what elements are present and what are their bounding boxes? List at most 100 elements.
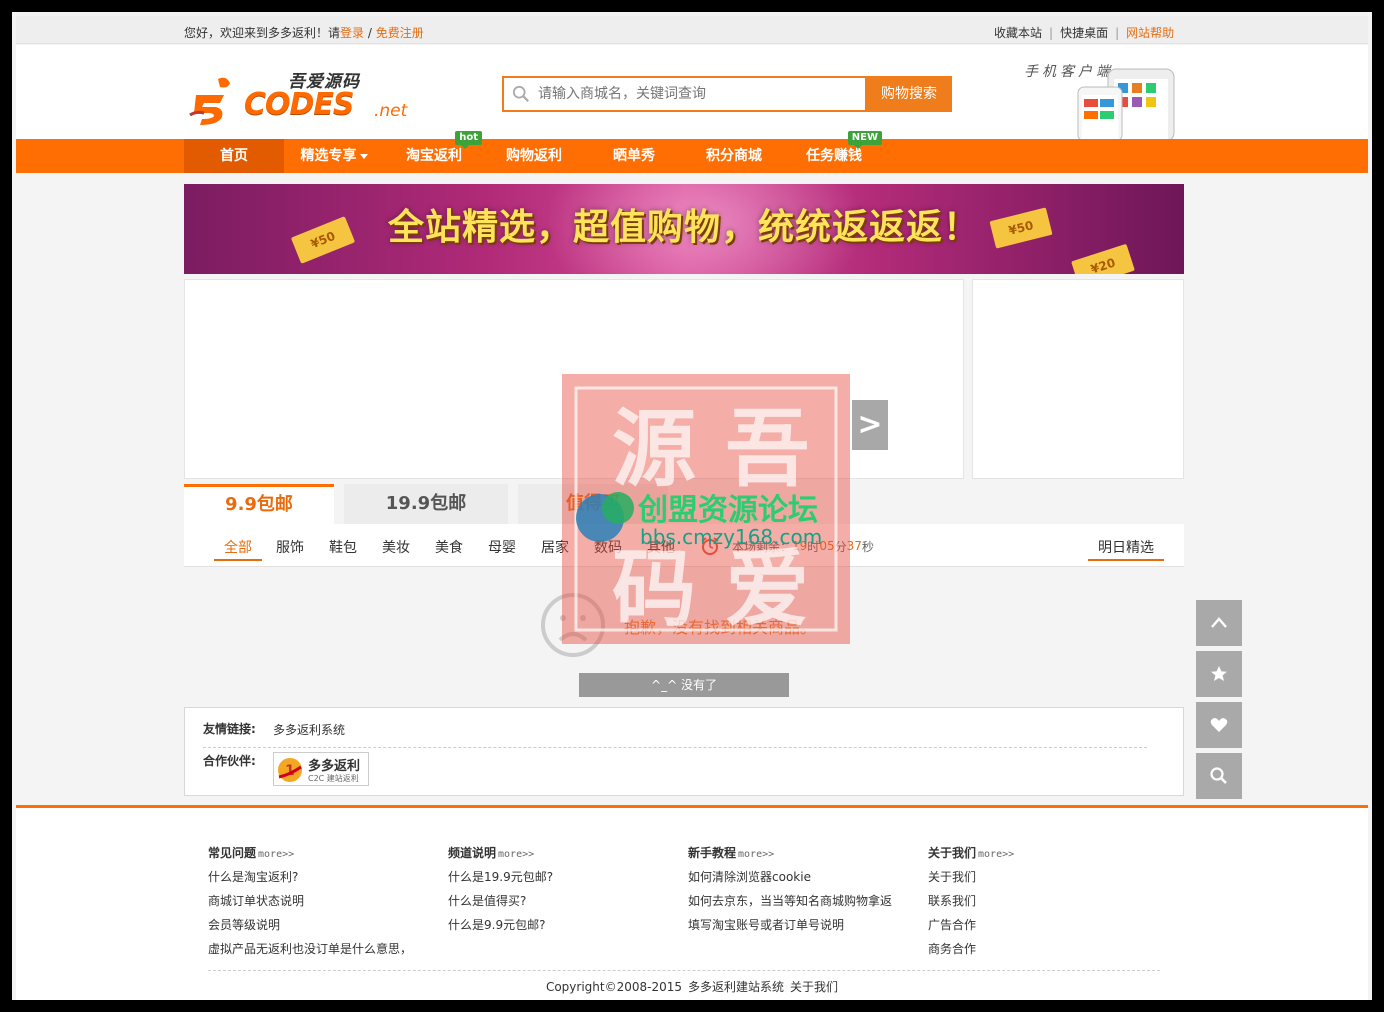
footer-link[interactable]: 商务合作	[928, 941, 1158, 965]
footer-link[interactable]: 联系我们	[928, 893, 1158, 917]
logo-net: .net	[374, 101, 408, 121]
nav-label: 晒单秀	[613, 148, 655, 164]
partners-row: 合作伙伴: 1 多多返利 C2C 建站返利	[203, 752, 1147, 792]
partner-logo[interactable]: 1 多多返利 C2C 建站返利	[273, 752, 369, 786]
footer-link[interactable]: 会员等级说明	[208, 917, 438, 941]
welcome-message: 您好，欢迎来到多多返利！请	[184, 26, 341, 40]
tomorrow-picks-link[interactable]: 明日精选	[1088, 537, 1164, 561]
runner-logo-icon	[189, 77, 230, 125]
footer-link[interactable]: 广告合作	[928, 917, 1158, 941]
category-bags[interactable]: 鞋包	[329, 537, 357, 557]
footer-separator	[208, 970, 1160, 971]
logo-main: CODES	[244, 87, 355, 122]
category-other[interactable]: 其他	[647, 537, 675, 557]
category-apparel[interactable]: 服饰	[276, 537, 304, 557]
slider-side[interactable]	[972, 279, 1184, 479]
chevron-down-icon	[359, 153, 368, 159]
friend-link[interactable]: 多多返利系统	[273, 721, 345, 738]
countdown-seconds-unit: 秒	[861, 539, 874, 554]
category-baby[interactable]: 母婴	[488, 537, 516, 557]
favorite-link[interactable]: 收藏本站	[994, 26, 1042, 40]
register-link[interactable]: 免费注册	[376, 26, 424, 40]
footer-link[interactable]: 什么是淘宝返利?	[208, 869, 438, 893]
more-link[interactable]: more>>	[738, 849, 774, 860]
mobile-client[interactable]: 手机客户端	[1022, 57, 1182, 141]
help-link[interactable]: 网站帮助	[1126, 26, 1174, 40]
more-link[interactable]: more>>	[498, 849, 534, 860]
coupon-badge: ¥50	[290, 216, 356, 264]
site-logo[interactable]: 吾爱源码 CODES .net	[188, 67, 412, 127]
deal-tabs: 9.9包邮 19.9包邮 值得买	[184, 484, 1184, 524]
partner-subtitle: C2C 建站返利	[308, 774, 359, 783]
more-link[interactable]: more>>	[258, 849, 294, 860]
back-to-top-button[interactable]	[1196, 600, 1242, 646]
search-icon	[1210, 767, 1227, 784]
promo-banner[interactable]: ¥50 ¥50 ¥20 全站精选，超值购物，统统返返返！	[184, 184, 1184, 274]
footer-link[interactable]: 填写淘宝账号或者订单号说明	[688, 917, 918, 941]
category-food[interactable]: 美食	[435, 537, 463, 557]
footer-col-title: 频道说明 more>>	[448, 844, 678, 861]
category-beauty[interactable]: 美妆	[382, 537, 410, 557]
footer-col-title: 新手教程 more>>	[688, 844, 918, 861]
category-home[interactable]: 居家	[541, 537, 569, 557]
favorite-button[interactable]	[1196, 651, 1242, 697]
nav-item-shopping[interactable]: 购物返利	[484, 139, 584, 173]
nav-item-points[interactable]: 积分商城	[684, 139, 784, 173]
friend-links-row: 友情链接: 多多返利系统	[203, 720, 1147, 748]
footer-link[interactable]: 什么是值得买?	[448, 893, 678, 917]
footer-link[interactable]: 如何清除浏览器cookie	[688, 869, 918, 893]
new-badge: NEW	[847, 131, 882, 149]
coupon-badge: ¥20	[1071, 243, 1135, 274]
nav-label: 积分商城	[706, 148, 762, 164]
search-button[interactable]: 购物搜索	[866, 76, 952, 112]
page-frame: 您好，欢迎来到多多返利！请登录 / 免费注册 收藏本站 | 快捷桌面 | 网站帮助 吾爱…	[12, 12, 1372, 1000]
countdown-prefix: 本场剩余：	[732, 539, 793, 554]
float-search-button[interactable]	[1196, 753, 1242, 799]
tab-19-9[interactable]: 19.9包邮	[344, 484, 508, 524]
nav-label: 精选专享	[300, 148, 357, 164]
nav-item-featured[interactable]: 精选专享	[284, 139, 384, 173]
footer-link[interactable]: 关于我们	[928, 869, 1158, 893]
heart-icon	[1210, 718, 1228, 732]
slider-next-button[interactable]: >	[852, 400, 888, 450]
footer-link[interactable]: 商城订单状态说明	[208, 893, 438, 917]
copyright-text: Copyright©2008-2015	[545, 980, 682, 994]
category-digital[interactable]: 数码	[594, 537, 622, 557]
header: 吾爱源码 CODES .net 购物搜索 手机客户端	[16, 45, 1368, 141]
footer-link[interactable]: 什么是19.9元包邮?	[448, 869, 678, 893]
footer-link[interactable]: 虚拟产品无返利也没订单是什么意思，	[208, 941, 438, 965]
desktop-link[interactable]: 快捷桌面	[1060, 26, 1108, 40]
search-bar: 购物搜索	[502, 76, 952, 112]
search-input[interactable]	[538, 78, 858, 110]
tab-worth-buying[interactable]: 值得买	[518, 484, 668, 524]
friend-links-label: 友情链接:	[203, 722, 256, 736]
nav-item-home[interactable]: 首页	[184, 139, 284, 173]
more-link[interactable]: more>>	[978, 849, 1014, 860]
footer-title: 常见问题	[208, 846, 257, 860]
countdown-minutes: 05	[819, 539, 835, 553]
system-link[interactable]: 多多返利建站系统	[688, 980, 784, 994]
partner-name: 多多返利	[308, 759, 361, 774]
login-link[interactable]: 登录	[340, 26, 364, 40]
countdown-minutes-unit: 分	[834, 539, 847, 554]
nav-item-taobao[interactable]: 淘宝返利 hot	[384, 131, 484, 173]
footer-col-faq: 常见问题 more>> 什么是淘宝返利? 商城订单状态说明 会员等级说明 虚拟产品…	[208, 844, 438, 965]
footer-title: 关于我们	[928, 846, 977, 860]
category-all[interactable]: 全部	[214, 537, 262, 561]
phone-icon	[1077, 68, 1175, 141]
search-icon	[512, 85, 529, 102]
partner-logo-icon: 1	[278, 758, 302, 782]
alarm-clock-icon	[701, 537, 719, 555]
search-box	[502, 76, 867, 112]
like-button[interactable]	[1196, 702, 1242, 748]
footer-link[interactable]: 什么是9.9元包邮?	[448, 917, 678, 941]
main-nav: 首页 精选专享 淘宝返利 hot 购物返利 晒单秀 积分商城 任务赚钱 NEW	[16, 131, 1368, 173]
footer-link[interactable]: 如何去京东，当当等知名商城购物拿返	[688, 893, 918, 917]
links-box: 友情链接: 多多返利系统 合作伙伴: 1 多多返利 C2C 建站返利	[184, 707, 1184, 796]
slider-main[interactable]	[184, 279, 964, 479]
nav-item-show[interactable]: 晒单秀	[584, 139, 684, 173]
nav-item-tasks[interactable]: 任务赚钱 NEW	[784, 131, 884, 173]
tab-9-9[interactable]: 9.9包邮	[184, 484, 334, 524]
about-link[interactable]: 关于我们	[790, 980, 838, 994]
nav-label: 首页	[220, 148, 248, 164]
